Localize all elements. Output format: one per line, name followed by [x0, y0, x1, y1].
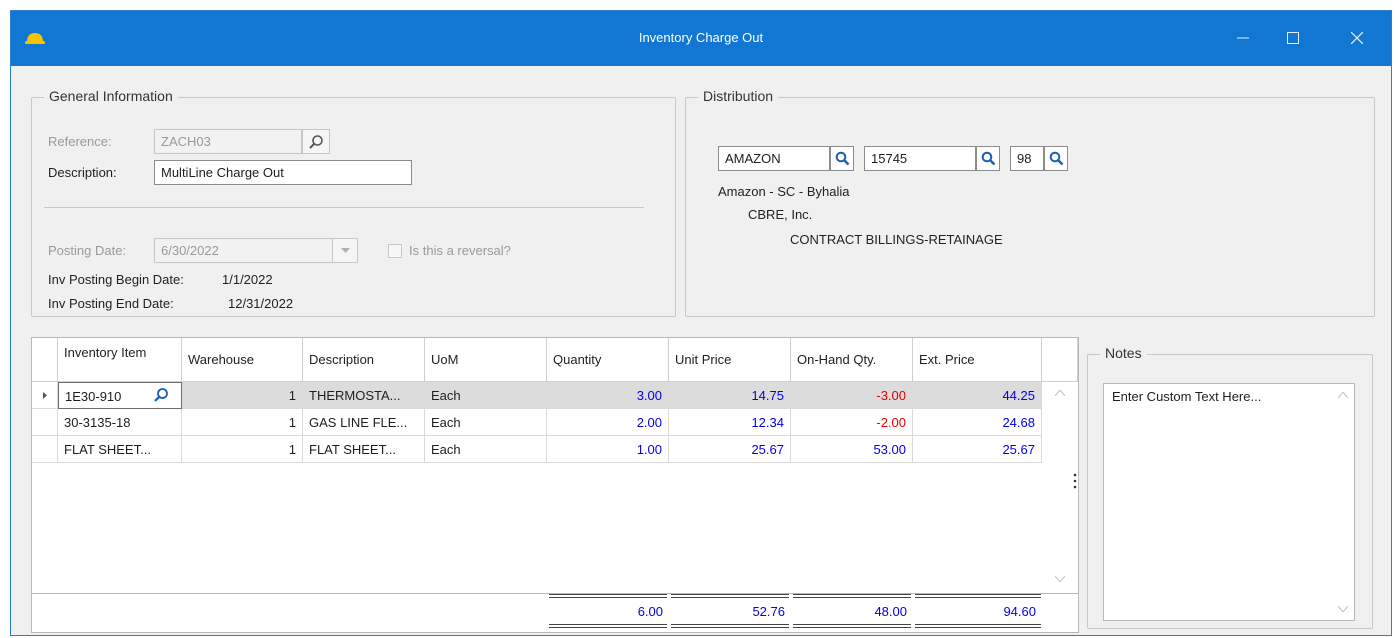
scroll-down-icon[interactable] [1055, 576, 1065, 582]
maximize-icon[interactable] [1279, 25, 1307, 51]
distribution-line-3: CONTRACT BILLINGS-RETAINAGE [790, 232, 1003, 247]
posting-date-label: Posting Date: [48, 243, 127, 258]
scroll-up-icon[interactable] [1055, 390, 1065, 396]
cell-description[interactable]: THERMOSTA... [303, 382, 425, 409]
total-quantity: 6.00 [637, 604, 663, 619]
cell-unit-price[interactable]: 12.34 [669, 409, 791, 436]
header-quantity[interactable]: Quantity [547, 338, 669, 382]
total-ext-price: 94.60 [1003, 604, 1036, 619]
distribution-title: Distribution [698, 88, 779, 104]
reference-label: Reference: [48, 134, 112, 149]
header-ext-price[interactable]: Ext. Price [913, 338, 1042, 382]
minimize-icon[interactable] [1229, 25, 1257, 51]
table-row[interactable]: 1E30-910 1 THERMOSTA... Each 3.00 14.75 … [32, 382, 1042, 409]
cell-item[interactable]: FLAT SHEET... [58, 436, 182, 463]
item-lookup-icon[interactable] [148, 383, 174, 407]
cell-warehouse[interactable]: 1 [182, 382, 303, 409]
description-input[interactable]: MultiLine Charge Out [154, 160, 412, 185]
row-indicator [32, 436, 58, 463]
header-unit-price[interactable]: Unit Price [669, 338, 791, 382]
cell-uom[interactable]: Each [425, 409, 547, 436]
distribution-job-input[interactable]: 15745 [864, 146, 976, 171]
distribution-line-1: Amazon - SC - Byhalia [718, 184, 850, 199]
divider [44, 207, 644, 208]
cell-warehouse[interactable]: 1 [182, 436, 303, 463]
cell-onhand-qty[interactable]: -2.00 [791, 409, 913, 436]
cell-ext-price[interactable]: 24.68 [913, 409, 1042, 436]
cell-warehouse[interactable]: 1 [182, 409, 303, 436]
cell-uom[interactable]: Each [425, 436, 547, 463]
cell-quantity[interactable]: 2.00 [547, 409, 669, 436]
cell-uom[interactable]: Each [425, 382, 547, 409]
row-indicator-icon [32, 382, 58, 409]
cell-onhand-qty[interactable]: -3.00 [791, 382, 913, 409]
total-onhand-qty: 48.00 [874, 604, 907, 619]
cell-description[interactable]: FLAT SHEET... [303, 436, 425, 463]
cell-item[interactable]: 30-3135-18 [58, 409, 182, 436]
total-line [671, 624, 789, 628]
cell-unit-price[interactable]: 25.67 [669, 436, 791, 463]
inventory-grid: Inventory Item Warehouse Description UoM… [31, 337, 1079, 633]
reversal-label: Is this a reversal? [409, 243, 511, 258]
reversal-checkbox[interactable] [388, 244, 402, 258]
cell-quantity[interactable]: 1.00 [547, 436, 669, 463]
cell-unit-price[interactable]: 14.75 [669, 382, 791, 409]
header-inventory-item[interactable]: Inventory Item [58, 338, 182, 382]
title-bar: Inventory Charge Out [11, 11, 1391, 66]
distribution-line-2: CBRE, Inc. [748, 207, 813, 222]
begin-date-label: Inv Posting Begin Date: [48, 272, 184, 287]
total-line [549, 624, 667, 628]
table-row[interactable]: 30-3135-18 1 GAS LINE FLE... Each 2.00 1… [32, 409, 1042, 436]
notes-title: Notes [1100, 345, 1147, 361]
table-row[interactable]: FLAT SHEET... 1 FLAT SHEET... Each 1.00 … [32, 436, 1042, 463]
job-search-icon[interactable] [976, 146, 1000, 171]
header-uom[interactable]: UoM [425, 338, 547, 382]
notes-textarea[interactable]: Enter Custom Text Here... [1103, 383, 1355, 621]
window-title: Inventory Charge Out [638, 30, 764, 45]
header-onhand-qty[interactable]: On-Hand Qty. [791, 338, 913, 382]
total-unit-price: 52.76 [752, 604, 785, 619]
cell-ext-price[interactable]: 25.67 [913, 436, 1042, 463]
total-line [793, 624, 911, 628]
code-search-icon[interactable] [1044, 146, 1068, 171]
row-indicator [32, 409, 58, 436]
header-description[interactable]: Description [303, 338, 425, 382]
notes-text: Enter Custom Text Here... [1112, 389, 1262, 404]
description-label: Description: [48, 165, 117, 180]
distribution-code-input[interactable]: 98 [1010, 146, 1044, 171]
posting-date-input[interactable]: 6/30/2022 [154, 238, 336, 263]
general-information-group: General Information Reference: ZACH03 De… [31, 88, 676, 317]
header-warehouse[interactable]: Warehouse [182, 338, 303, 382]
account-search-icon[interactable] [830, 146, 854, 171]
begin-date-value: 1/1/2022 [222, 272, 273, 287]
cell-description[interactable]: GAS LINE FLE... [303, 409, 425, 436]
notes-scroll-up-icon[interactable] [1338, 392, 1348, 398]
end-date-label: Inv Posting End Date: [48, 296, 174, 311]
close-icon[interactable] [1343, 25, 1371, 51]
cell-onhand-qty[interactable]: 53.00 [791, 436, 913, 463]
reference-input[interactable]: ZACH03 [154, 129, 302, 154]
chevron-down-icon[interactable] [332, 238, 358, 263]
distribution-account-input[interactable]: AMAZON [718, 146, 830, 171]
splitter-grip-icon[interactable] [1070, 471, 1080, 495]
inventory-charge-out-window: Inventory Charge Out General Information… [10, 10, 1392, 636]
notes-scroll-down-icon[interactable] [1338, 606, 1348, 612]
general-information-title: General Information [44, 88, 178, 104]
scroll-header [1042, 338, 1078, 382]
row-indicator-header [32, 338, 58, 382]
cell-ext-price[interactable]: 44.25 [913, 382, 1042, 409]
end-date-value: 12/31/2022 [228, 296, 294, 311]
cell-quantity[interactable]: 3.00 [547, 382, 669, 409]
reference-lookup-icon[interactable] [302, 129, 330, 154]
total-line [915, 624, 1041, 628]
distribution-group: Distribution AMAZON 15745 98 Amazon - SC… [685, 88, 1375, 317]
